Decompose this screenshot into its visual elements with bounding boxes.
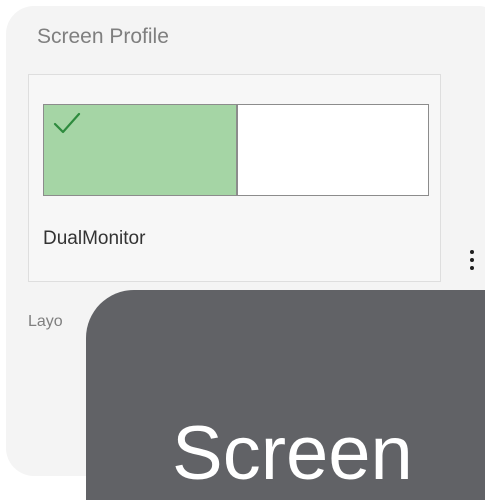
profile-name: DualMonitor bbox=[43, 228, 146, 249]
section-title: Screen Profile bbox=[37, 25, 169, 48]
monitor-layout-preview bbox=[43, 104, 429, 196]
kebab-menu-icon[interactable] bbox=[466, 250, 478, 276]
monitor-primary bbox=[44, 105, 238, 195]
profile-card[interactable]: DualMonitor bbox=[28, 74, 441, 282]
tooltip-text: Screen bbox=[172, 411, 413, 496]
layout-label: Layo bbox=[28, 313, 63, 330]
monitor-secondary bbox=[238, 105, 428, 195]
tooltip-overlay: Screen bbox=[86, 290, 485, 500]
checkmark-icon bbox=[53, 112, 81, 134]
